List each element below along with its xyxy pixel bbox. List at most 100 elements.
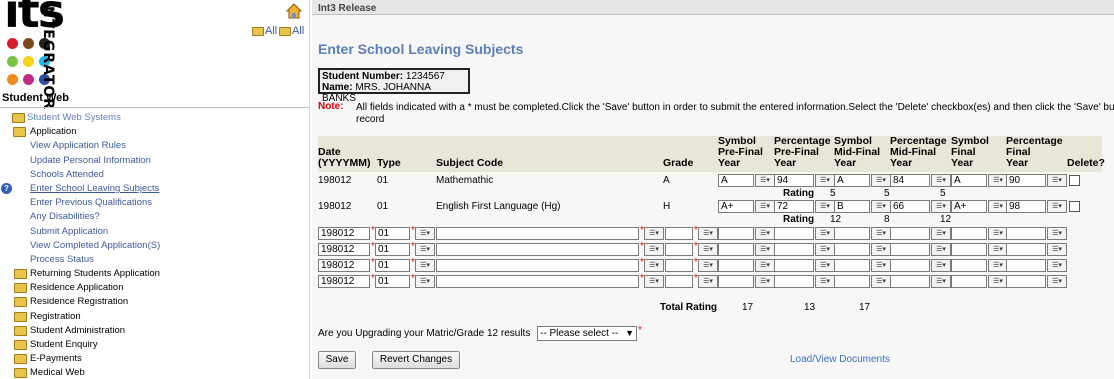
input-sym-mid[interactable] bbox=[834, 259, 870, 272]
input-pct-pre[interactable]: 72 bbox=[774, 200, 814, 213]
input-pct-mid[interactable]: 84 bbox=[890, 174, 930, 187]
tree-item-student-administration[interactable]: Student Administration bbox=[0, 324, 310, 338]
field-select-button[interactable]: ☰▾ bbox=[871, 243, 891, 256]
input-sym-pre[interactable] bbox=[718, 259, 754, 272]
home-icon[interactable] bbox=[286, 3, 302, 19]
field-select-button[interactable]: ☰▾ bbox=[871, 275, 891, 288]
input-subject[interactable] bbox=[436, 243, 639, 256]
field-select-button[interactable]: ☰▾ bbox=[988, 259, 1008, 272]
subject-select-button[interactable]: ☰▾ bbox=[644, 227, 664, 240]
input-pct-pre[interactable] bbox=[774, 259, 814, 272]
subject-select-button[interactable]: ☰▾ bbox=[644, 243, 664, 256]
input-pct-pre[interactable]: 94 bbox=[774, 174, 814, 187]
field-select-button[interactable]: ☰▾ bbox=[755, 174, 775, 187]
tree-item-registration[interactable]: Registration bbox=[0, 310, 310, 324]
field-select-button[interactable]: ☰▾ bbox=[1047, 275, 1067, 288]
input-sym-pre[interactable] bbox=[718, 243, 754, 256]
field-select-button[interactable]: ☰▾ bbox=[931, 243, 951, 256]
field-select-button[interactable]: ☰▾ bbox=[1047, 243, 1067, 256]
input-pct-mid[interactable] bbox=[890, 243, 930, 256]
type-select-button[interactable]: ☰▾ bbox=[415, 259, 435, 272]
input-date[interactable]: 198012 bbox=[318, 275, 370, 288]
field-select-button[interactable]: ☰▾ bbox=[988, 174, 1008, 187]
tree-item-e-payments[interactable]: E-Payments bbox=[0, 352, 310, 366]
input-pct-fin[interactable]: 90 bbox=[1006, 174, 1046, 187]
field-select-button[interactable]: ☰▾ bbox=[815, 200, 835, 213]
field-select-button[interactable]: ☰▾ bbox=[755, 259, 775, 272]
field-select-button[interactable]: ☰▾ bbox=[1047, 227, 1067, 240]
input-sym-fin[interactable]: A+ bbox=[951, 200, 987, 213]
input-grade[interactable] bbox=[665, 259, 693, 272]
input-pct-mid[interactable] bbox=[890, 227, 930, 240]
input-sym-pre[interactable] bbox=[718, 227, 754, 240]
field-select-button[interactable]: ☰▾ bbox=[815, 227, 835, 240]
field-select-button[interactable]: ☰▾ bbox=[931, 200, 951, 213]
input-pct-pre[interactable] bbox=[774, 243, 814, 256]
tree-item-view-application-rules[interactable]: View Application Rules bbox=[0, 139, 310, 153]
delete-checkbox[interactable] bbox=[1069, 175, 1080, 186]
tree-item-process-status[interactable]: Process Status bbox=[0, 253, 310, 267]
tree-item-enter-previous-qualifications[interactable]: Enter Previous Qualifications bbox=[0, 196, 310, 210]
field-select-button[interactable]: ☰▾ bbox=[755, 275, 775, 288]
input-sym-mid[interactable]: A bbox=[834, 174, 870, 187]
input-sym-pre[interactable]: A bbox=[718, 174, 754, 187]
field-select-button[interactable]: ☰▾ bbox=[871, 227, 891, 240]
field-select-button[interactable]: ☰▾ bbox=[1047, 259, 1067, 272]
field-select-button[interactable]: ☰▾ bbox=[988, 243, 1008, 256]
field-select-button[interactable]: ☰▾ bbox=[871, 259, 891, 272]
input-subject[interactable] bbox=[436, 259, 639, 272]
input-pct-mid[interactable] bbox=[890, 275, 930, 288]
input-pct-fin[interactable] bbox=[1006, 243, 1046, 256]
grade-select-button[interactable]: ☰▾ bbox=[698, 275, 718, 288]
field-select-button[interactable]: ☰▾ bbox=[871, 174, 891, 187]
upgrade-select[interactable]: -- Please select -- ▼ bbox=[537, 326, 637, 341]
field-select-button[interactable]: ☰▾ bbox=[815, 243, 835, 256]
tree-item-enter-school-leaving-subjects[interactable]: ? Enter School Leaving Subjects bbox=[0, 182, 310, 196]
collapse-all-button[interactable]: All bbox=[279, 25, 304, 37]
field-select-button[interactable]: ☰▾ bbox=[815, 259, 835, 272]
field-select-button[interactable]: ☰▾ bbox=[815, 275, 835, 288]
revert-changes-button[interactable]: Revert Changes bbox=[372, 351, 460, 369]
input-sym-pre[interactable]: A+ bbox=[718, 200, 754, 213]
input-pct-fin[interactable] bbox=[1006, 227, 1046, 240]
input-subject[interactable] bbox=[436, 227, 639, 240]
field-select-button[interactable]: ☰▾ bbox=[755, 243, 775, 256]
grade-select-button[interactable]: ☰▾ bbox=[698, 259, 718, 272]
grade-select-button[interactable]: ☰▾ bbox=[698, 227, 718, 240]
input-subject[interactable] bbox=[436, 275, 639, 288]
load-view-documents-link[interactable]: Load/View Documents bbox=[790, 354, 890, 365]
input-grade[interactable] bbox=[665, 227, 693, 240]
input-sym-mid[interactable] bbox=[834, 227, 870, 240]
input-pct-pre[interactable] bbox=[774, 275, 814, 288]
tree-item-view-completed-applications[interactable]: View Completed Application(S) bbox=[0, 239, 310, 253]
input-date[interactable]: 198012 bbox=[318, 259, 370, 272]
input-pct-mid[interactable] bbox=[890, 259, 930, 272]
field-select-button[interactable]: ☰▾ bbox=[931, 174, 951, 187]
input-pct-pre[interactable] bbox=[774, 227, 814, 240]
input-type[interactable]: 01 bbox=[375, 227, 410, 240]
input-date[interactable]: 198012 bbox=[318, 227, 370, 240]
input-sym-mid[interactable]: B bbox=[834, 200, 870, 213]
tree-item-returning-students-application[interactable]: + Returning Students Application bbox=[0, 267, 310, 281]
input-grade[interactable] bbox=[665, 275, 693, 288]
tree-item-residence-application[interactable]: Residence Application bbox=[0, 281, 310, 295]
field-select-button[interactable]: ☰▾ bbox=[931, 259, 951, 272]
delete-checkbox[interactable] bbox=[1069, 201, 1080, 212]
save-button[interactable]: Save bbox=[318, 351, 356, 369]
input-pct-fin[interactable] bbox=[1006, 259, 1046, 272]
expand-all-button[interactable]: All bbox=[252, 25, 277, 37]
field-select-button[interactable]: ☰▾ bbox=[1047, 174, 1067, 187]
input-date[interactable]: 198012 bbox=[318, 243, 370, 256]
input-sym-fin[interactable] bbox=[951, 275, 987, 288]
tree-item-student-web-systems[interactable]: Student Web Systems bbox=[0, 111, 310, 125]
field-select-button[interactable]: ☰▾ bbox=[1047, 200, 1067, 213]
field-select-button[interactable]: ☰▾ bbox=[988, 227, 1008, 240]
input-sym-mid[interactable] bbox=[834, 243, 870, 256]
field-select-button[interactable]: ☰▾ bbox=[871, 200, 891, 213]
tree-item-student-enquiry[interactable]: Student Enquiry bbox=[0, 338, 310, 352]
tree-item-schools-attended[interactable]: Schools Attended bbox=[0, 168, 310, 182]
input-type[interactable]: 01 bbox=[375, 243, 410, 256]
input-sym-mid[interactable] bbox=[834, 275, 870, 288]
field-select-button[interactable]: ☰▾ bbox=[931, 275, 951, 288]
input-type[interactable]: 01 bbox=[375, 275, 410, 288]
